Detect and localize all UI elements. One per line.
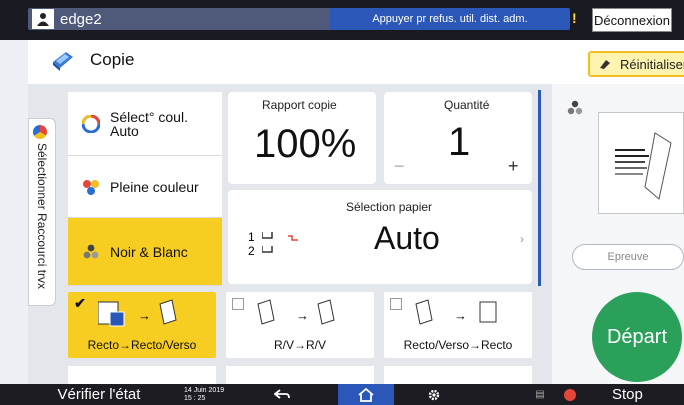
checkbox[interactable]	[232, 298, 244, 310]
page-title: Copie	[90, 50, 135, 69]
full-color-option[interactable]: Pleine couleur	[68, 156, 222, 218]
copy-ratio-card[interactable]: Rapport copie 100%	[228, 92, 376, 184]
more-option-3[interactable]	[384, 366, 532, 384]
status-bar: edge2 Appuyer pr refus. util. dist. adm.…	[0, 0, 684, 40]
svg-text:→: →	[138, 308, 151, 323]
username: edge2	[60, 10, 102, 28]
back-arrow-icon	[274, 388, 290, 399]
bottom-bar: Vérifier l'état 14 Juin 2019 15 : 25 ▤ S…	[0, 384, 684, 405]
datetime: 14 Juin 2019 15 : 25	[184, 384, 244, 405]
color-auto-option[interactable]: Sélect° coul. Auto	[68, 92, 222, 156]
quantity-plus-button[interactable]: +	[508, 156, 519, 177]
scroll-indicator	[538, 90, 541, 286]
data-lamp-icon: ▤	[535, 389, 545, 400]
duplex-to-recto-label: Recto/Verso→Recto	[403, 338, 513, 352]
paper-select-card[interactable]: Sélection papier 1 2 Auto ›	[228, 190, 532, 284]
date-label: 14 Juin 2019	[184, 386, 225, 394]
more-option-1[interactable]	[68, 366, 216, 384]
full-color-label: Pleine couleur	[110, 178, 199, 195]
svg-text:→: →	[296, 308, 309, 323]
full-color-icon	[83, 179, 99, 195]
tray-1-label: 1	[248, 230, 255, 244]
duplex-to-duplex-icon: →	[257, 299, 335, 325]
settings-button[interactable]	[414, 384, 454, 405]
duplex-to-recto-option[interactable]: → Recto/Verso→Recto	[384, 292, 532, 358]
home-button[interactable]	[338, 384, 394, 405]
quantity-card: Quantité 1 − +	[384, 92, 532, 184]
paper-select-label: Sélection papier	[346, 200, 433, 214]
checkmark-icon: ✔	[74, 295, 86, 311]
right-panel: Epreuve Départ	[552, 84, 684, 384]
duplex-recto-label: Recto→Recto/Verso	[87, 338, 197, 352]
eraser-icon	[600, 60, 610, 69]
time-label: 15 : 25	[184, 394, 206, 402]
duplex-recto-option[interactable]: ✔ → Recto→Recto/Verso	[68, 292, 216, 358]
preview-thumbnail	[598, 112, 684, 214]
color-auto-label: Sélect° coul. Auto	[110, 108, 188, 139]
remote-admin-message[interactable]: Appuyer pr refus. util. dist. adm.	[330, 8, 570, 30]
shortcut-tab[interactable]: Sélectionner Raccourci trvx	[28, 118, 56, 306]
proof-button[interactable]: Epreuve	[572, 244, 684, 270]
copy-app-icon	[53, 52, 73, 71]
more-option-2[interactable]	[226, 366, 374, 384]
auto-color-icon	[82, 114, 100, 133]
alert-icon[interactable]: !	[572, 10, 588, 28]
reset-button[interactable]: Réinitialiser	[588, 51, 684, 77]
svg-text:→: →	[454, 308, 467, 323]
stop-label: Stop	[612, 386, 643, 403]
black-white-option[interactable]: Noir & Blanc	[68, 218, 222, 286]
recto-to-duplex-icon: →	[98, 299, 177, 327]
shortcut-icon	[33, 125, 47, 139]
duplex-rv-label: R/V→R/V	[273, 338, 326, 352]
user-icon	[32, 9, 54, 29]
checkbox[interactable]	[390, 298, 402, 310]
start-button[interactable]: Départ	[592, 292, 682, 382]
gear-icon	[428, 389, 440, 400]
paper-tray-icon	[262, 232, 298, 253]
quantity-value: 1	[448, 120, 471, 164]
chevron-right-icon: ›	[520, 232, 524, 246]
quantity-minus-button[interactable]: −	[394, 156, 405, 177]
tray-2-label: 2	[248, 244, 255, 258]
stop-icon	[564, 388, 576, 401]
screen: edge2 Appuyer pr refus. util. dist. adm.…	[0, 0, 684, 405]
copy-ratio-label: Rapport copie	[262, 98, 337, 112]
duplex-to-recto-icon: →	[415, 299, 497, 325]
logout-button[interactable]: Déconnexion	[592, 8, 672, 32]
black-white-icon	[83, 244, 99, 258]
black-white-icon	[567, 100, 583, 115]
user-chip[interactable]: edge2	[28, 8, 358, 30]
color-mode-group: Sélect° coul. Auto Pleine couleur Noir &…	[68, 92, 222, 286]
home-icon	[358, 387, 374, 402]
duplex-rv-option[interactable]: → R/V→R/V	[226, 292, 374, 358]
check-status-button[interactable]: Vérifier l'état	[34, 384, 164, 405]
black-white-label: Noir & Blanc	[110, 243, 188, 260]
stop-button[interactable]: Stop	[564, 384, 684, 405]
reset-label: Réinitialiser	[620, 56, 684, 72]
quantity-label: Quantité	[444, 98, 490, 112]
paper-select-value: Auto	[374, 220, 440, 256]
copy-ratio-value: 100%	[254, 122, 357, 166]
back-button[interactable]	[258, 384, 306, 405]
app-title-bar: Copie Réinitialiser	[28, 40, 684, 84]
shortcut-tab-label: Sélectionner Raccourci trvx	[35, 143, 49, 290]
